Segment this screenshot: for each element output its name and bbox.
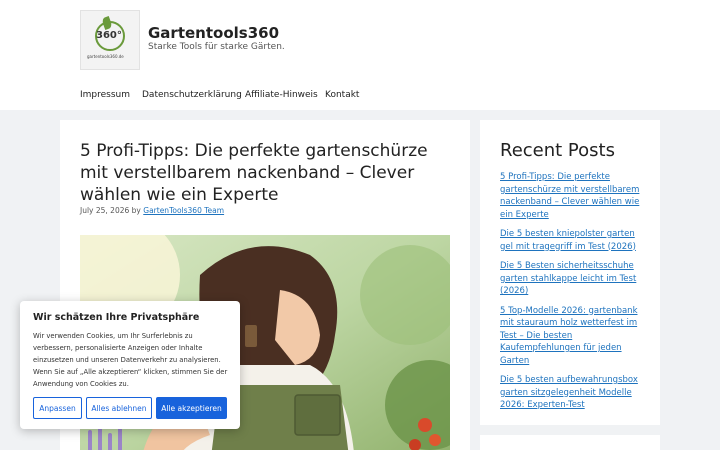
- post-date: July 25, 2026: [80, 206, 130, 215]
- list-item: Die 5 besten kniepolster garten gel mit …: [500, 228, 645, 253]
- main-navigation: Impressum Datenschutzerklärung Affiliate…: [0, 80, 720, 110]
- reject-all-button[interactable]: Alles ablehnen: [86, 397, 152, 419]
- nav-item-impressum[interactable]: Impressum: [80, 90, 130, 100]
- recent-post-link[interactable]: Die 5 besten aufbewahrungsbox garten sit…: [500, 374, 645, 412]
- nav-item-datenschutz[interactable]: Datenschutzerklärung: [142, 90, 242, 100]
- list-item: 5 Profi-Tipps: Die perfekte gartenschürz…: [500, 171, 645, 221]
- site-header: 360° gartentools360.de Gartentools360 St…: [0, 0, 720, 80]
- recent-post-link[interactable]: Die 5 besten kniepolster garten gel mit …: [500, 228, 645, 253]
- cookie-title: Wir schätzen Ihre Privatsphäre: [33, 312, 200, 323]
- site-title[interactable]: Gartentools360: [148, 24, 279, 42]
- list-item: 5 Top-Modelle 2026: gartenbank mit staur…: [500, 305, 645, 368]
- recent-post-link[interactable]: Die 5 Besten sicherheitsschuhe garten st…: [500, 260, 645, 298]
- post-by: by: [131, 206, 141, 215]
- sidebar-widget: [480, 435, 660, 450]
- recent-post-link[interactable]: 5 Profi-Tipps: Die perfekte gartenschürz…: [500, 171, 645, 221]
- logo-text: 360°: [96, 30, 122, 41]
- recent-post-link[interactable]: 5 Top-Modelle 2026: gartenbank mit staur…: [500, 305, 645, 368]
- cookie-text: Wir verwenden Cookies, um Ihr Surferlebn…: [33, 332, 228, 388]
- accept-all-button[interactable]: Alle akzeptieren: [156, 397, 227, 419]
- site-logo[interactable]: 360° gartentools360.de: [80, 10, 140, 70]
- cookie-consent-banner: Wir schätzen Ihre Privatsphäre Wir verwe…: [20, 301, 240, 429]
- post-title: 5 Profi-Tipps: Die perfekte gartenschürz…: [80, 141, 428, 205]
- nav-item-kontakt[interactable]: Kontakt: [325, 90, 359, 100]
- list-item: Die 5 besten aufbewahrungsbox garten sit…: [500, 374, 645, 412]
- site-tagline: Starke Tools für starke Gärten.: [148, 42, 285, 52]
- customize-button[interactable]: Anpassen: [33, 397, 82, 419]
- sidebar-recent-posts: Recent Posts 5 Profi-Tipps: Die perfekte…: [480, 120, 660, 425]
- widget-title: Recent Posts: [500, 140, 615, 161]
- logo-subtext: gartentools360.de: [87, 54, 124, 59]
- recent-posts-list: 5 Profi-Tipps: Die perfekte gartenschürz…: [500, 171, 645, 419]
- post-meta: July 25, 2026 by GartenTools360 Team: [80, 206, 224, 215]
- post-author-link[interactable]: GartenTools360 Team: [143, 206, 224, 215]
- nav-item-affiliate[interactable]: Affiliate-Hinweis: [245, 90, 318, 100]
- list-item: Die 5 Besten sicherheitsschuhe garten st…: [500, 260, 645, 298]
